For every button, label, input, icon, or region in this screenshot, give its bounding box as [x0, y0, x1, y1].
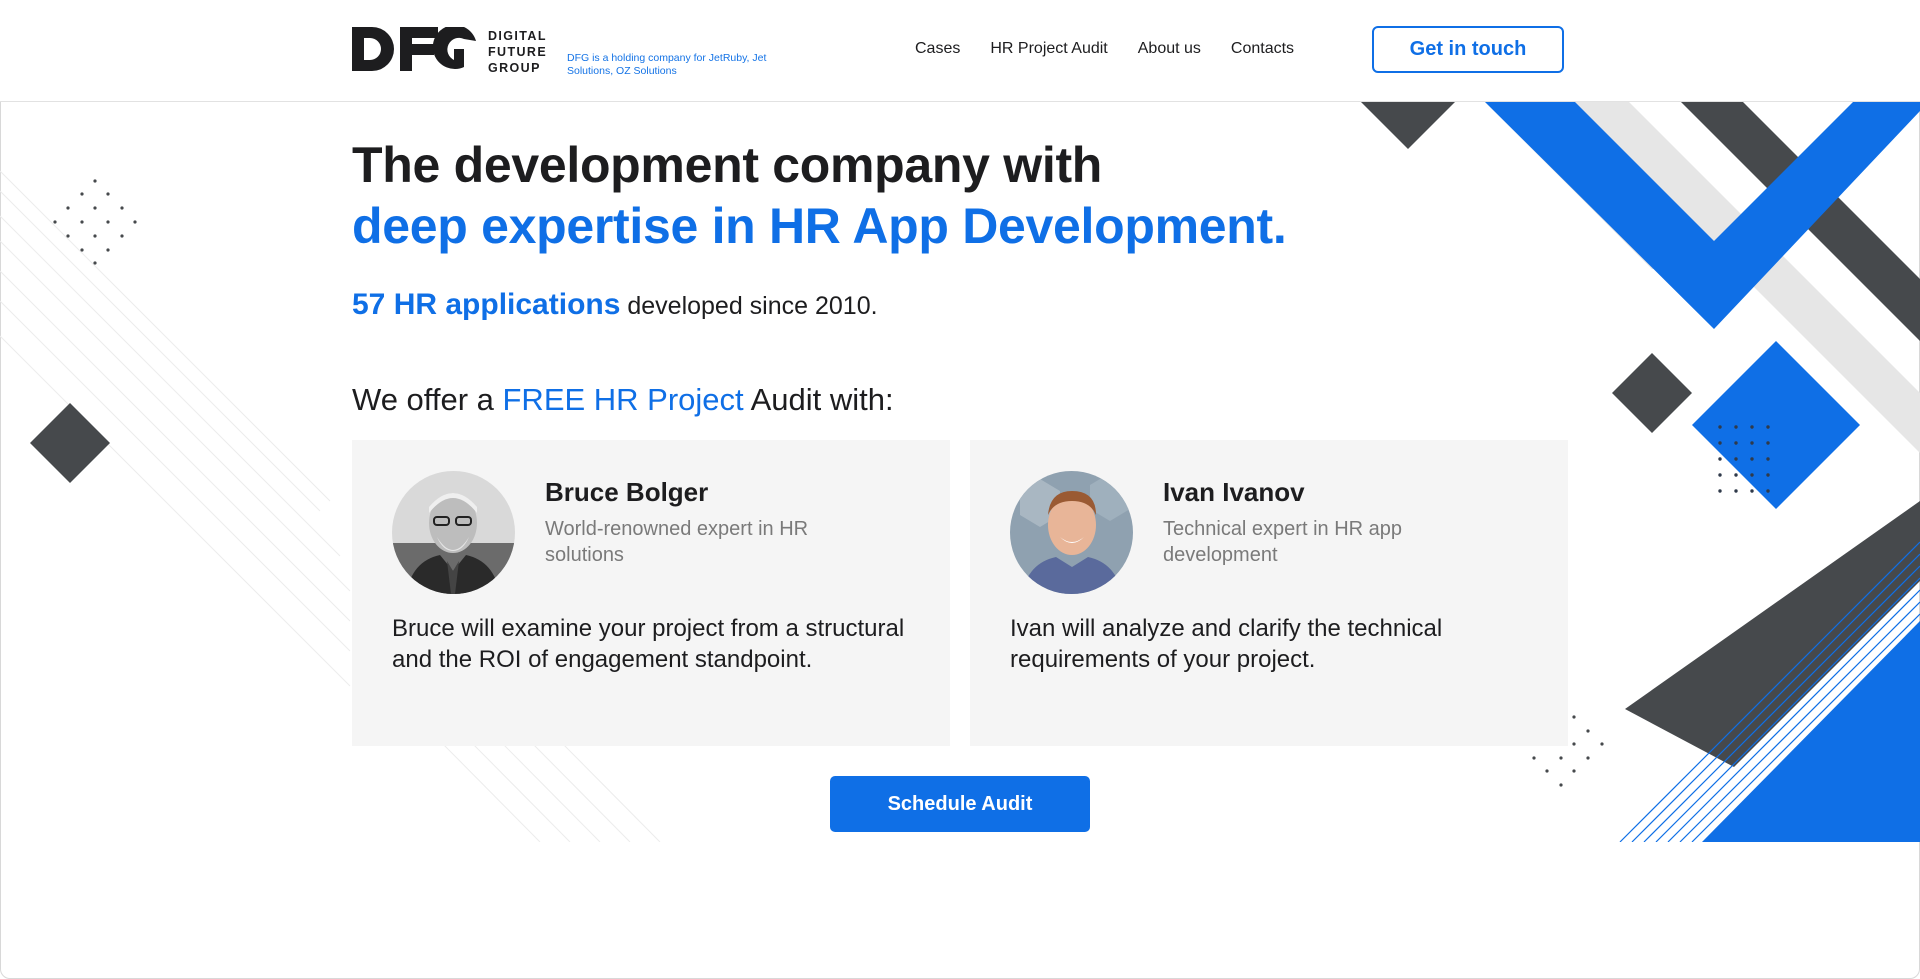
logo-word: GROUP [488, 61, 541, 75]
logo-word: DIGITAL [488, 29, 547, 43]
offer-suffix: Audit with: [743, 382, 894, 417]
hero-title-line1: The development company with [352, 137, 1103, 193]
hero-title-line2: deep expertise in HR App Development. [352, 198, 1287, 254]
expert-role: Technical expert in HR app development [1163, 518, 1403, 566]
get-in-touch-button[interactable]: Get in touch [1372, 26, 1564, 73]
expert-name: Ivan Ivanov [1163, 477, 1305, 507]
expert-name: Bruce Bolger [545, 477, 709, 507]
logo-subtitle: DFG is a holding company for JetRuby, Je… [567, 52, 767, 77]
bruce-photo [392, 471, 515, 594]
expert-description: Ivan will analyze and clarify the techni… [1010, 615, 1443, 673]
stat-line: 57 HR applications developed since 2010. [352, 288, 878, 322]
offer-highlight: FREE HR Project [502, 382, 744, 417]
logo-word: FUTURE [488, 45, 548, 59]
site-header: DIGITAL FUTURE GROUP DFG is a holding co… [0, 0, 1920, 102]
stat-highlight: 57 HR applications [352, 288, 621, 321]
nav-about-us[interactable]: About us [1138, 40, 1201, 58]
main-nav: Cases HR Project Audit About us Contacts [915, 40, 1324, 58]
nav-contacts[interactable]: Contacts [1231, 40, 1294, 58]
avatar-ivan [1010, 471, 1133, 594]
logo-wordmark: DIGITAL FUTURE GROUP [488, 28, 547, 76]
ivan-photo [1010, 471, 1133, 594]
expert-card-bruce: Bruce Bolger World-renowned expert in HR… [352, 440, 950, 746]
logo[interactable]: DIGITAL FUTURE GROUP [352, 27, 547, 76]
nav-hr-project-audit[interactable]: HR Project Audit [990, 40, 1107, 58]
offer-heading: We offer a FREE HR Project Audit with: [352, 382, 894, 418]
avatar-bruce [392, 471, 515, 594]
expert-role: World-renowned expert in HR solutions [545, 518, 809, 566]
offer-prefix: We offer a [352, 382, 503, 417]
expert-card-ivan: Ivan Ivanov Technical expert in HR app d… [970, 440, 1568, 746]
stat-text: developed since 2010. [620, 292, 878, 320]
nav-cases[interactable]: Cases [915, 40, 960, 58]
schedule-audit-button[interactable]: Schedule Audit [830, 776, 1090, 832]
expert-description: Bruce will examine your project from a s… [392, 615, 905, 673]
dfg-logo-mark [352, 27, 476, 71]
